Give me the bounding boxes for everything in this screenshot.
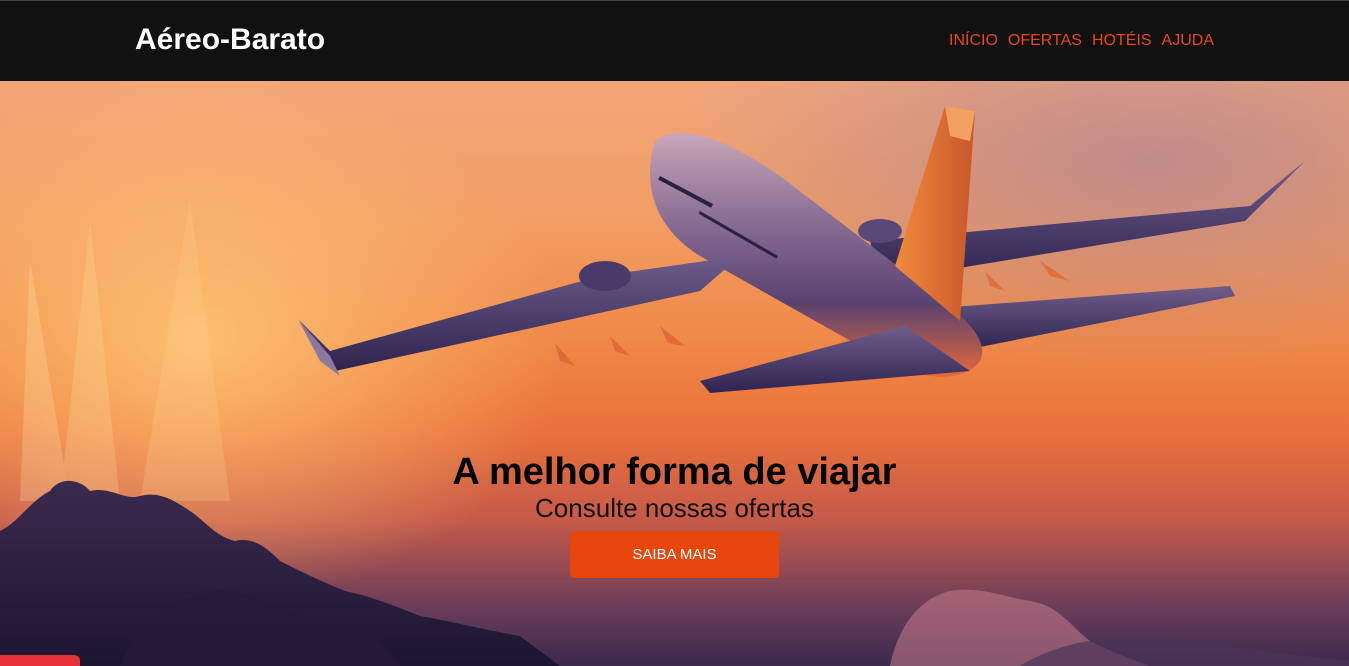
hero-banner: A melhor forma de viajar Consulte nossas… (0, 81, 1349, 666)
top-navbar: Aéreo-Barato INÍCIO OFERTAS HOTÉIS AJUDA (0, 0, 1349, 81)
nav-menu: INÍCIO OFERTAS HOTÉIS AJUDA (949, 32, 1214, 50)
bottom-accent-strip (0, 655, 80, 666)
brand-logo[interactable]: Aéreo-Barato (135, 23, 325, 57)
saiba-mais-button[interactable]: SAIBA MAIS (570, 531, 779, 578)
airplane (298, 106, 1305, 393)
nav-link-inicio[interactable]: INÍCIO (949, 32, 998, 50)
hero-subheadline: Consulte nossas ofertas (535, 493, 814, 523)
nav-link-ofertas[interactable]: OFERTAS (1008, 32, 1082, 50)
nav-link-ajuda[interactable]: AJUDA (1162, 32, 1214, 50)
airplane-sunset-image (0, 106, 1349, 666)
nav-link-hoteis[interactable]: HOTÉIS (1092, 32, 1152, 50)
hero-headline: A melhor forma de viajar (452, 451, 897, 493)
